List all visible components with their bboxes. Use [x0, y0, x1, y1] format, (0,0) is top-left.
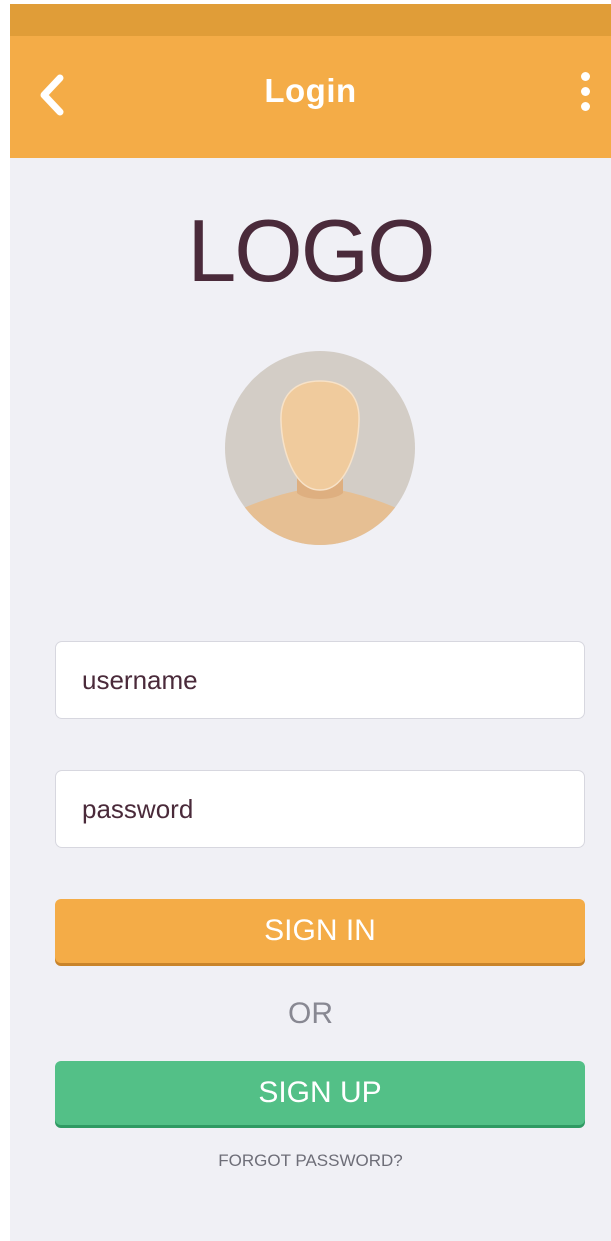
avatar	[225, 351, 415, 545]
username-input[interactable]	[56, 642, 584, 718]
password-input[interactable]	[56, 771, 584, 847]
user-avatar-icon	[225, 351, 415, 545]
password-field[interactable]	[55, 770, 585, 848]
sign-in-button[interactable]: SIGN IN	[55, 899, 585, 963]
or-divider-label: OR	[288, 997, 333, 1030]
app-bar: Login	[10, 36, 611, 158]
forgot-password-link[interactable]: FORGOT PASSWORD?	[10, 1151, 611, 1171]
login-screen: Login LOGO username SIGN IN OR SIGN UP F…	[10, 4, 611, 1241]
logo: LOGO	[187, 201, 435, 300]
status-bar	[10, 4, 611, 36]
username-field[interactable]	[55, 641, 585, 719]
page-title: Login	[264, 72, 357, 109]
sign-up-button[interactable]: SIGN UP	[55, 1061, 585, 1125]
more-vertical-icon	[573, 72, 597, 111]
more-options-button[interactable]	[573, 72, 597, 120]
